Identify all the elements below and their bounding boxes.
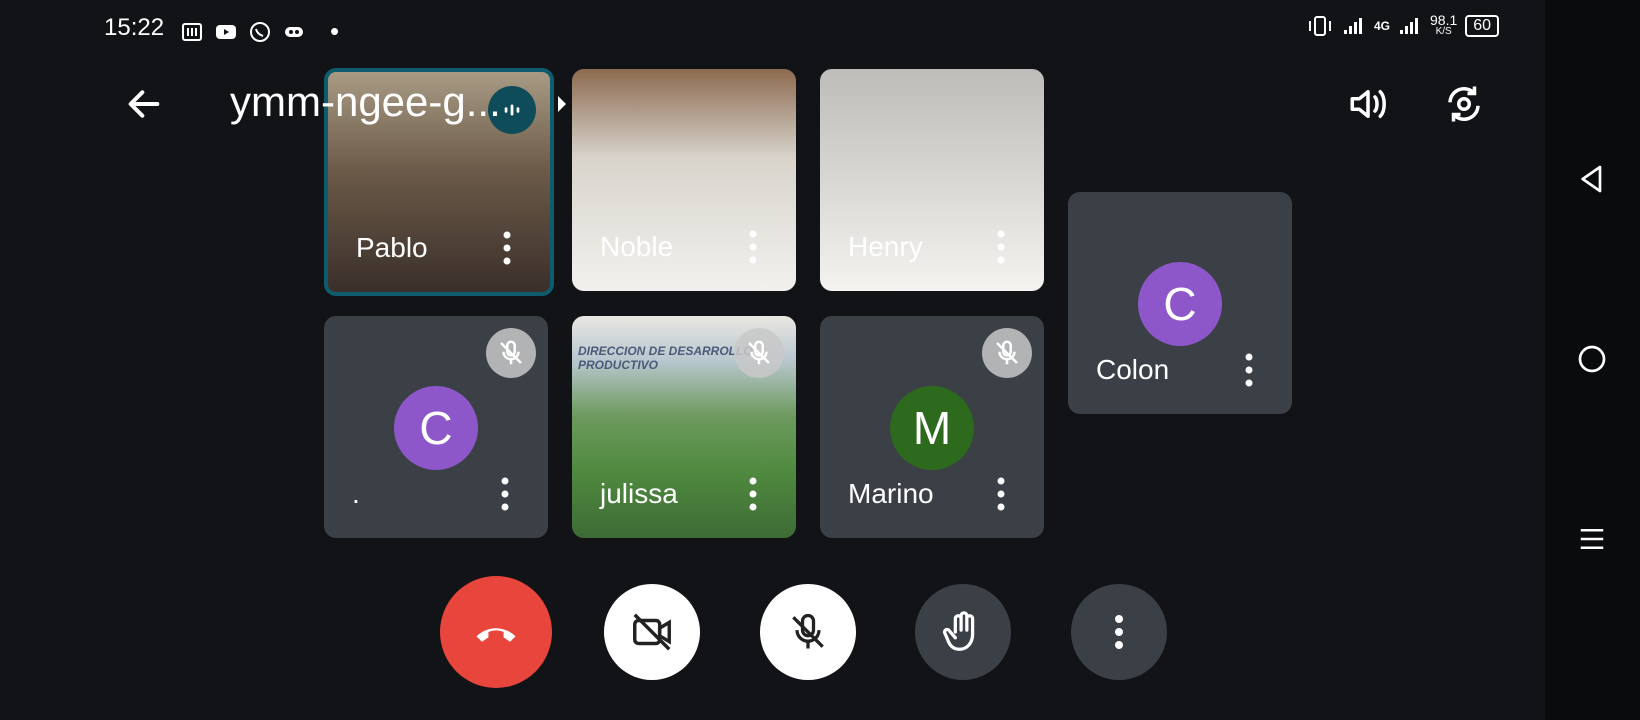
participant-options-button[interactable]: [988, 474, 1014, 514]
muted-indicator: [982, 328, 1032, 378]
participant-tile-marino[interactable]: M Marino: [820, 316, 1044, 538]
youtube-icon: [216, 24, 236, 39]
status-right: 4G 98.1 K/S 60: [1306, 12, 1500, 38]
mic-off-icon: [748, 340, 770, 365]
audio-output-button[interactable]: [1340, 76, 1396, 132]
menu-lines-icon: [1580, 529, 1604, 549]
participant-tile-unnamed[interactable]: C .: [324, 316, 548, 538]
participant-name: Marino: [848, 478, 934, 509]
triangle-back-icon: [1581, 165, 1602, 193]
participant-tile-julissa[interactable]: DIRECCION DE DESARROLLO PRODUCTIVO julis…: [572, 316, 796, 538]
more-vert-icon: [501, 477, 509, 511]
phone-hangup-icon: [476, 628, 516, 642]
participant-options-button[interactable]: [1236, 350, 1262, 390]
nav-back-button[interactable]: [1567, 154, 1617, 204]
participant-name: Noble: [600, 231, 674, 262]
vibrate-icon: [1309, 16, 1331, 36]
participant-name: Pablo: [356, 232, 428, 263]
participant-tile-colon[interactable]: C Colon: [1068, 192, 1292, 414]
switch-camera-icon: [1448, 86, 1480, 122]
more-options-button[interactable]: [1071, 584, 1167, 680]
end-call-button[interactable]: [440, 576, 552, 688]
more-notifications-dot-icon: •: [330, 16, 340, 46]
meeting-title[interactable]: ymm-ngee-g...: [230, 78, 501, 126]
camera-toggle-button[interactable]: [604, 584, 700, 680]
more-vert-icon: [1245, 353, 1253, 387]
title-expand-icon[interactable]: [556, 94, 568, 119]
avatar-initial: M: [912, 402, 952, 454]
network-unit: K/S: [1435, 26, 1452, 37]
nav-recents-button[interactable]: [1567, 514, 1617, 564]
hand-icon: [942, 611, 975, 651]
mic-off-icon: [792, 613, 824, 649]
avatar-initial: C: [1163, 278, 1197, 330]
network-speed: 98.1: [1430, 12, 1458, 28]
muted-indicator: [734, 328, 784, 378]
system-nav-bar: [1545, 0, 1640, 720]
notification-app-icon: [182, 22, 202, 41]
participant-avatar: M: [890, 386, 974, 470]
mic-toggle-button[interactable]: [760, 584, 856, 680]
camera-off-icon: [633, 613, 671, 651]
more-vert-icon: [1115, 615, 1123, 649]
more-vert-icon: [997, 477, 1005, 511]
raise-hand-button[interactable]: [915, 584, 1011, 680]
participant-options-button[interactable]: [988, 227, 1014, 267]
arrow-left-icon: [128, 90, 160, 118]
battery-indicator: 60: [1465, 15, 1500, 37]
more-vert-icon: [503, 231, 511, 265]
participant-name: julissa: [600, 478, 678, 509]
muted-indicator: [486, 328, 536, 378]
more-vert-icon: [997, 230, 1005, 264]
signal-icon: [1344, 18, 1362, 34]
mic-off-icon: [500, 340, 522, 365]
back-button[interactable]: [116, 76, 172, 132]
more-vert-icon: [749, 230, 757, 264]
switch-camera-button[interactable]: [1436, 76, 1492, 132]
whatsapp-icon: [250, 21, 270, 42]
participant-options-button[interactable]: [492, 474, 518, 514]
signal-2-icon: [1400, 18, 1419, 34]
participant-options-button[interactable]: [740, 227, 766, 267]
status-time: 15:22: [104, 14, 165, 41]
audio-level-icon: [504, 104, 520, 116]
game-icon: [285, 26, 303, 37]
participant-tile-henry[interactable]: Henry: [820, 69, 1044, 291]
network-type: 4G: [1374, 19, 1391, 33]
more-vert-icon: [749, 477, 757, 511]
participant-options-button[interactable]: [740, 474, 766, 514]
mic-off-icon: [996, 340, 1018, 365]
avatar-initial: C: [419, 402, 453, 454]
participant-name: Henry: [848, 231, 923, 262]
circle-home-icon: [1578, 345, 1606, 373]
participant-tile-noble[interactable]: Noble: [572, 69, 796, 291]
notification-icons: •: [180, 16, 339, 47]
participant-name: .: [352, 478, 360, 509]
participant-avatar: C: [394, 386, 478, 470]
nav-home-button[interactable]: [1567, 334, 1617, 384]
participant-name: Colon: [1096, 354, 1170, 385]
participant-avatar: C: [1138, 262, 1222, 346]
speaker-icon: [1350, 90, 1386, 118]
participant-options-button[interactable]: [494, 228, 520, 268]
